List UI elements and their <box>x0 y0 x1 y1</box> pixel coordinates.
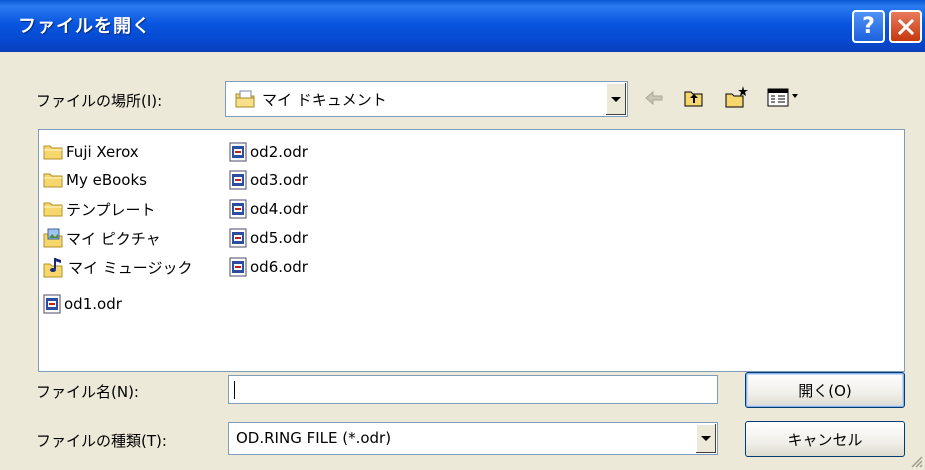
list-item-label: od1.odr <box>64 295 122 313</box>
list-item-folder[interactable]: マイ ピクチャ <box>43 227 161 249</box>
odr-file-icon <box>229 199 247 219</box>
window-title: ファイルを開く <box>18 16 151 37</box>
look-in-label: ファイルの場所(I): <box>36 92 163 110</box>
list-item-folder[interactable]: Fuji Xerox <box>43 141 139 163</box>
folder-icon <box>43 202 63 217</box>
filetype-value: OD.RING FILE (*.odr) <box>236 429 392 447</box>
list-item-file[interactable]: od1.odr <box>43 293 122 315</box>
list-item-label: od2.odr <box>250 143 308 161</box>
list-item-folder[interactable]: My eBooks <box>43 169 147 191</box>
my-music-icon <box>43 258 63 278</box>
folder-icon <box>43 145 63 160</box>
list-item-label: マイ ミュージック <box>68 258 193 277</box>
list-item-folder[interactable]: テンプレート <box>43 198 156 220</box>
look-in-combo[interactable]: マイ ドキュメント <box>225 81 628 117</box>
list-item-label: od4.odr <box>250 200 308 218</box>
text-caret <box>234 381 235 399</box>
close-button[interactable] <box>889 10 922 43</box>
views-menu-icon[interactable] <box>767 87 801 109</box>
filetype-combo[interactable]: OD.RING FILE (*.odr) <box>228 422 718 455</box>
list-item-label: od6.odr <box>250 258 308 276</box>
list-item-label: od3.odr <box>250 171 308 189</box>
chevron-down-icon <box>701 436 711 441</box>
filetype-dropdown-button[interactable] <box>695 424 716 453</box>
odr-file-icon <box>43 294 61 314</box>
open-button[interactable]: 開く(O) <box>745 372 905 408</box>
look-in-value: マイ ドキュメント <box>262 91 387 109</box>
list-item-file[interactable]: od2.odr <box>229 141 308 163</box>
odr-file-icon <box>229 257 247 277</box>
back-arrow-icon[interactable] <box>643 89 665 107</box>
filetype-label: ファイルの種類(T): <box>36 432 167 450</box>
chevron-down-icon <box>611 96 621 102</box>
close-icon <box>897 18 914 35</box>
list-item-file[interactable]: od4.odr <box>229 198 308 220</box>
odr-file-icon <box>229 228 247 248</box>
list-item-label: テンプレート <box>66 200 156 219</box>
list-item-folder[interactable]: マイ ミュージック <box>43 256 192 278</box>
filename-label: ファイル名(N): <box>36 383 139 401</box>
list-item-label: マイ ピクチャ <box>66 229 161 248</box>
new-folder-icon[interactable] <box>724 84 750 110</box>
list-item-label: Fuji Xerox <box>66 143 139 161</box>
odr-file-icon <box>229 142 247 162</box>
up-folder-icon[interactable] <box>683 87 705 109</box>
my-documents-icon <box>235 90 255 108</box>
file-list[interactable]: Fuji Xerox My eBooks テンプレート マイ ピクチャ マイ ミ… <box>38 129 905 372</box>
help-button[interactable]: ? <box>852 10 885 43</box>
list-item-file[interactable]: od3.odr <box>229 169 308 191</box>
title-bar[interactable]: ファイルを開く ? <box>0 0 925 52</box>
resize-grip-icon[interactable] <box>909 454 923 468</box>
look-in-dropdown-button[interactable] <box>605 83 626 115</box>
list-item-label: My eBooks <box>66 171 147 189</box>
list-item-label: od5.odr <box>250 229 308 247</box>
odr-file-icon <box>229 170 247 190</box>
cancel-button[interactable]: キャンセル <box>745 421 905 457</box>
my-pictures-icon <box>43 228 63 248</box>
folder-icon <box>43 173 63 188</box>
filename-input[interactable] <box>228 375 718 404</box>
list-item-file[interactable]: od6.odr <box>229 256 308 278</box>
list-item-file[interactable]: od5.odr <box>229 227 308 249</box>
